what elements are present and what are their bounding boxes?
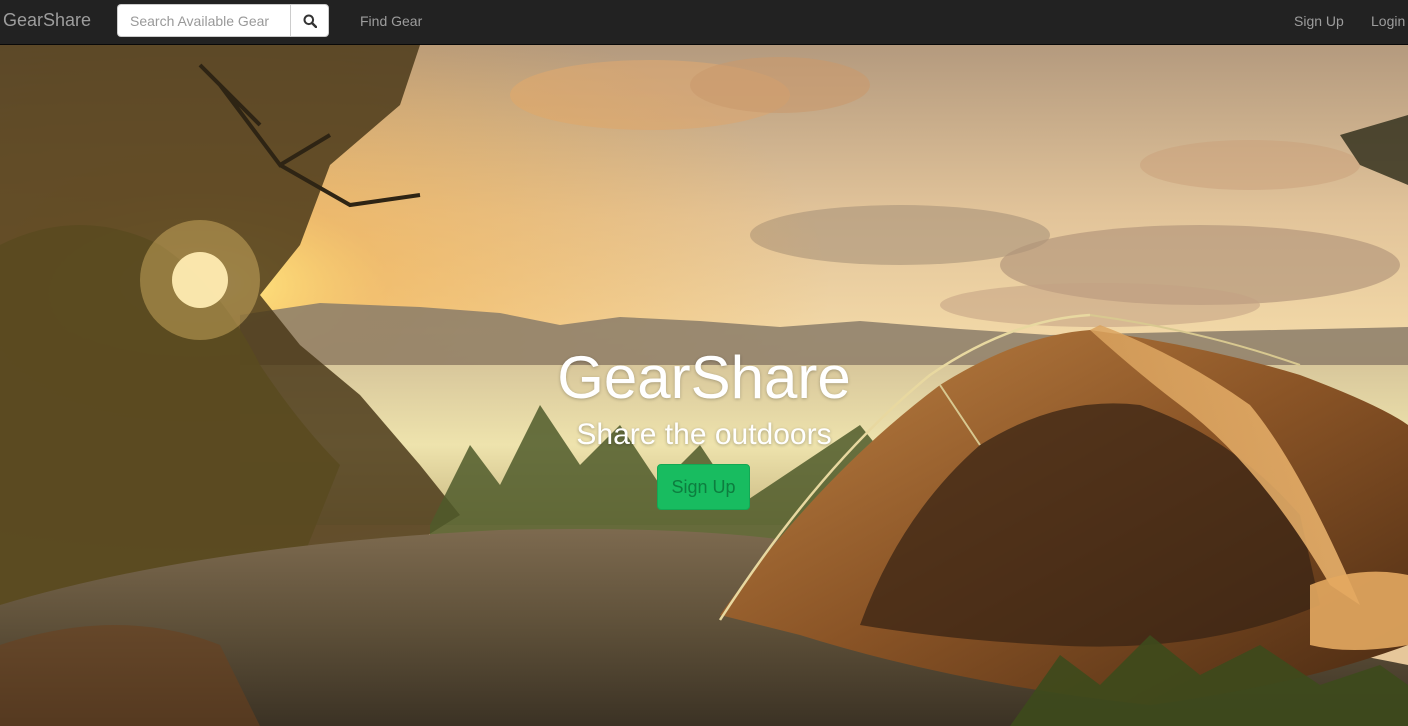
brand-link[interactable]: GearShare (3, 10, 91, 31)
hero-section: GearShare Share the outdoors Sign Up (0, 45, 1408, 726)
hero-sign-up-button[interactable]: Sign Up (657, 464, 750, 510)
search-icon (303, 14, 317, 28)
search-button[interactable] (290, 4, 329, 37)
nav-find-gear[interactable]: Find Gear (360, 13, 422, 29)
search-input[interactable] (117, 4, 290, 37)
hero-subtitle: Share the outdoors (576, 418, 832, 451)
nav-login[interactable]: Login (1371, 13, 1405, 29)
top-navbar: GearShare Find Gear Sign Up Login (0, 0, 1408, 45)
search-form (117, 4, 329, 37)
nav-sign-up[interactable]: Sign Up (1294, 13, 1344, 29)
hero-title: GearShare (557, 344, 851, 411)
